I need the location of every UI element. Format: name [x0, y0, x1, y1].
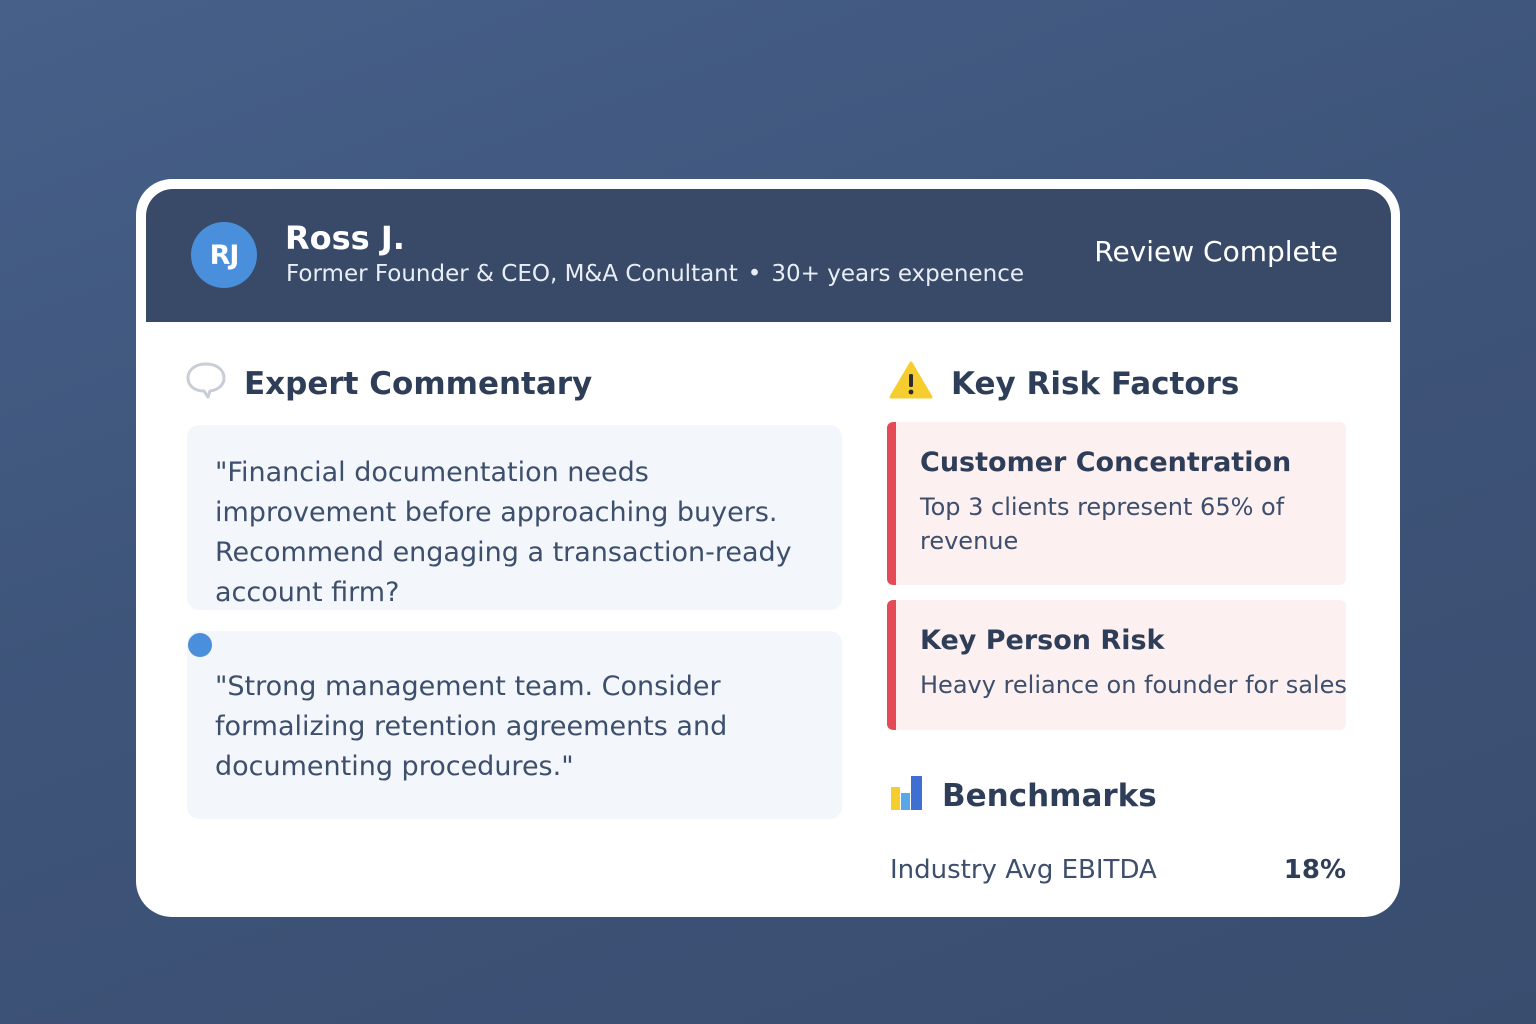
comment-card-2: "Strong management team. Consider formal… — [187, 631, 842, 819]
risk-card-description: Heavy reliance on founder for sales — [920, 671, 1347, 699]
benchmarks-title: Benchmarks — [942, 778, 1157, 814]
review-status: Review Complete — [1094, 235, 1338, 268]
risk-card-customer-concentration: Customer Concentration Top 3 clients rep… — [887, 422, 1346, 585]
commentary-title: Expert Commentary — [244, 366, 593, 402]
expert-review-card: RJ Ross J. Former Founder & CEO, M&A Con… — [136, 179, 1400, 917]
benchmark-value: 18% — [1283, 855, 1346, 885]
risk-title: Key Risk Factors — [951, 366, 1240, 402]
risk-heading: Key Risk Factors — [889, 361, 1239, 407]
avatar: RJ — [191, 222, 257, 288]
risk-card-description: Top 3 clients represent 65% of revenue — [920, 493, 1285, 555]
warning-icon — [889, 361, 933, 407]
speech-bubble-icon — [186, 361, 226, 407]
risk-card-title: Key Person Risk — [920, 625, 1165, 656]
comment-indicator-dot — [188, 633, 212, 657]
expert-header: RJ Ross J. Former Founder & CEO, M&A Con… — [146, 189, 1391, 322]
benchmark-row: Industry Avg EBITDA 18% — [890, 855, 1346, 885]
benchmarks-heading: Benchmarks — [890, 773, 1157, 819]
expert-name: Ross J. — [285, 219, 405, 257]
separator-dot: • — [747, 261, 762, 287]
bar-chart-icon — [890, 773, 924, 819]
risk-card-title: Customer Concentration — [920, 447, 1292, 478]
comment-text-1: "Financial documentation needs improveme… — [215, 457, 792, 608]
risk-card-key-person: Key Person Risk Heavy reliance on founde… — [887, 600, 1347, 730]
comment-text-2: "Strong management team. Consider formal… — [215, 671, 728, 782]
expert-experience: 30+ years expenence — [771, 261, 1025, 287]
benchmark-label: Industry Avg EBITDA — [890, 855, 1157, 885]
comment-card-1: "Financial documentation needs improveme… — [187, 425, 842, 610]
expert-subline: Former Founder & CEO, M&A Conultant • 30+ … — [286, 261, 1024, 287]
commentary-heading: Expert Commentary — [186, 361, 592, 407]
expert-role: Former Founder & CEO, M&A Conultant — [286, 261, 738, 287]
